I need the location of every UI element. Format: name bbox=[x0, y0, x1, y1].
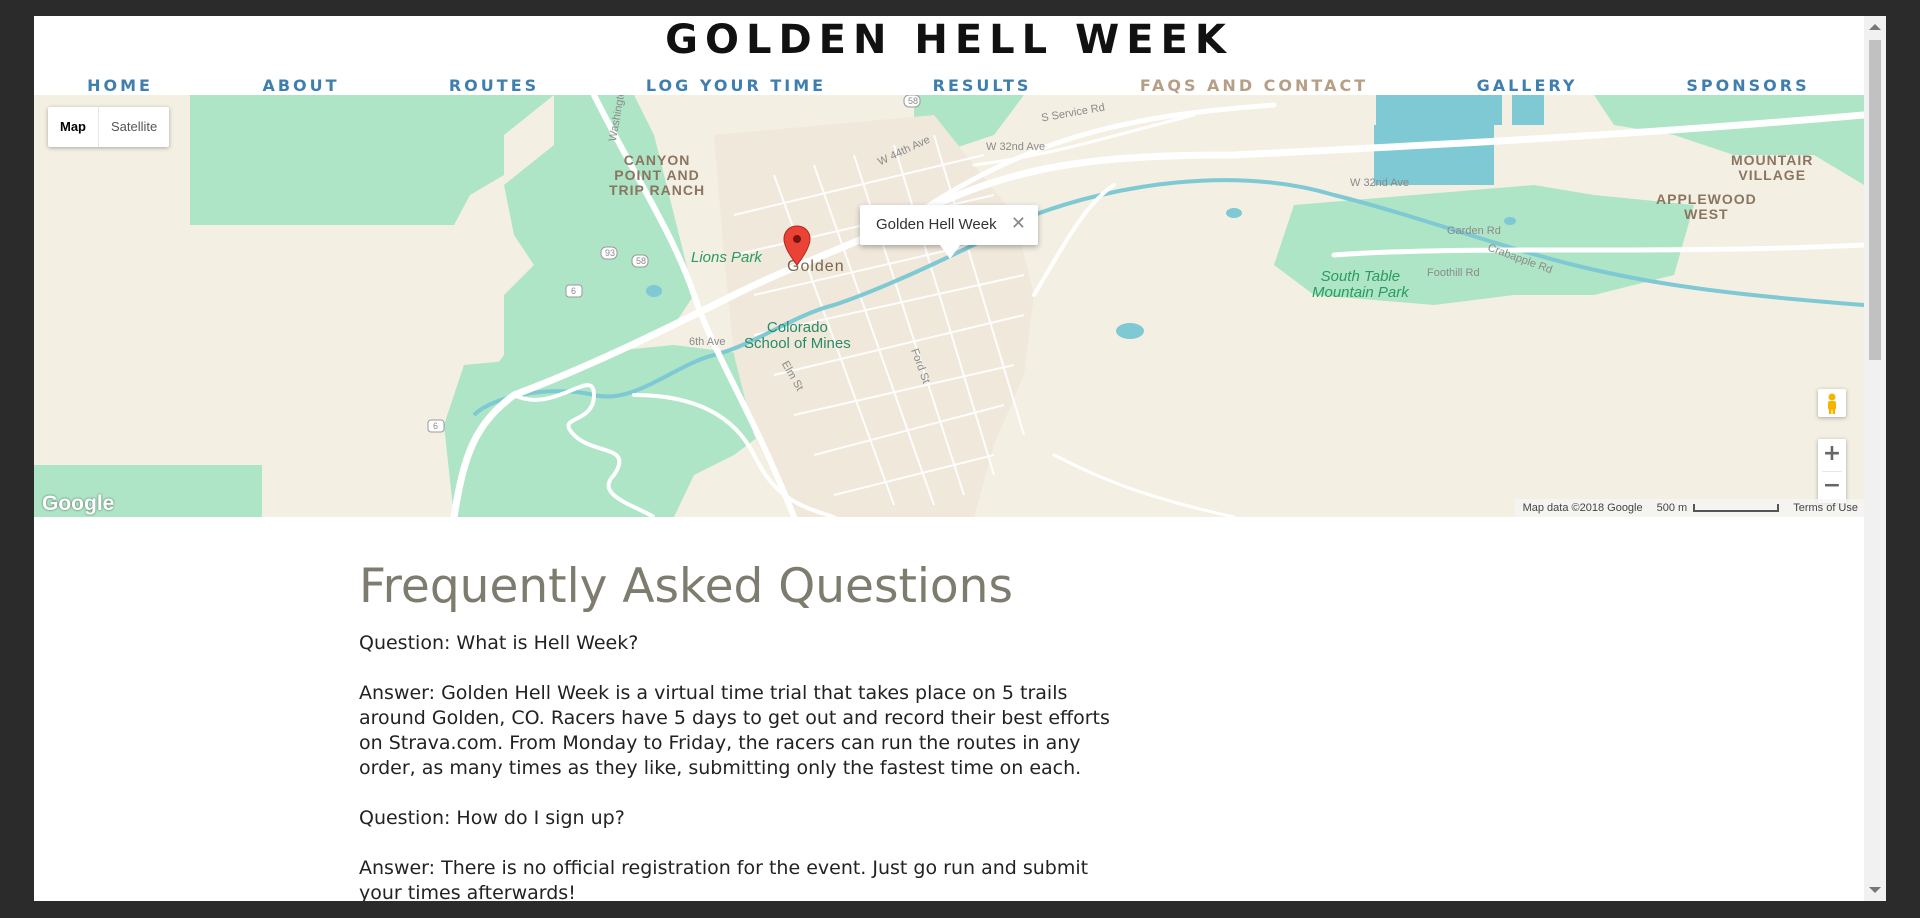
nav-item-about[interactable]: ABOUT bbox=[262, 76, 339, 95]
scroll-down-icon[interactable] bbox=[1869, 887, 1881, 893]
street-view-pegman-icon[interactable] bbox=[1818, 389, 1846, 417]
lake bbox=[1226, 208, 1242, 218]
scroll-up-icon[interactable] bbox=[1869, 24, 1881, 30]
nav-item-results[interactable]: RESULTS bbox=[933, 76, 1032, 95]
nav-item-faqs-and-contact[interactable]: FAQS AND CONTACT bbox=[1140, 76, 1368, 95]
reservoir bbox=[1512, 95, 1544, 125]
info-window: Golden Hell Week ✕ bbox=[860, 205, 1038, 259]
map-scale[interactable]: 500 m bbox=[1657, 499, 1780, 517]
info-window-tail bbox=[940, 245, 960, 259]
map-type-map-button[interactable]: Map bbox=[48, 107, 98, 147]
faq-answer: Answer: There is no official registratio… bbox=[359, 856, 1089, 901]
google-map[interactable]: CANYON POINT AND TRIP RANCH MOUNTAIR VIL… bbox=[34, 95, 1864, 517]
zoom-control: + − bbox=[1818, 439, 1846, 503]
map-attribution: Map data ©2018 Google 500 m Terms of Use bbox=[1514, 499, 1864, 517]
page-scrollbar[interactable] bbox=[1864, 16, 1886, 901]
map-tiles[interactable] bbox=[34, 95, 1864, 517]
site-title: GOLDEN HELL WEEK bbox=[665, 17, 1233, 63]
terms-of-use-link[interactable]: Terms of Use bbox=[1793, 499, 1858, 517]
map-type-satellite-button[interactable]: Satellite bbox=[99, 107, 169, 147]
page-title: Frequently Asked Questions bbox=[359, 559, 1013, 614]
faq-question: Question: What is Hell Week? bbox=[359, 631, 639, 654]
close-icon[interactable]: ✕ bbox=[1011, 213, 1026, 234]
divider bbox=[1822, 471, 1842, 472]
map-data-credit: Map data ©2018 Google bbox=[1522, 502, 1643, 514]
faq-list: Question: What is Hell Week? Answer: Gol… bbox=[359, 631, 1159, 901]
faq-section: Frequently Asked Questions Question: Wha… bbox=[359, 561, 1159, 901]
map-type-control: Map Satellite bbox=[48, 107, 170, 147]
scale-bar-icon bbox=[1693, 504, 1780, 513]
nav-item-sponsors[interactable]: SPONSORS bbox=[1686, 76, 1809, 95]
info-window-title: Golden Hell Week bbox=[876, 216, 997, 233]
location-pin-icon[interactable] bbox=[782, 225, 812, 267]
reservoir bbox=[1376, 95, 1502, 125]
lake bbox=[646, 285, 662, 297]
faq-answer: Answer: Golden Hell Week is a virtual ti… bbox=[359, 681, 1110, 779]
lake bbox=[1504, 217, 1516, 225]
park-area bbox=[1594, 95, 1864, 185]
nav-item-home[interactable]: HOME bbox=[87, 76, 153, 95]
google-logo: Google bbox=[42, 492, 115, 515]
zoom-in-button[interactable]: + bbox=[1818, 439, 1846, 471]
nav-item-routes[interactable]: ROUTES bbox=[449, 76, 539, 95]
faq-question: Question: How do I sign up? bbox=[359, 806, 625, 829]
scrollbar-thumb[interactable] bbox=[1869, 40, 1881, 360]
nav-item-gallery[interactable]: GALLERY bbox=[1477, 76, 1578, 95]
browser-page: GOLDEN HELL WEEK HOME ABOUT ROUTES LOG Y… bbox=[34, 16, 1886, 901]
lake bbox=[1116, 323, 1144, 339]
nav-item-log-your-time[interactable]: LOG YOUR TIME bbox=[646, 76, 826, 95]
reservoir bbox=[1374, 125, 1494, 185]
park-area bbox=[1274, 185, 1694, 305]
